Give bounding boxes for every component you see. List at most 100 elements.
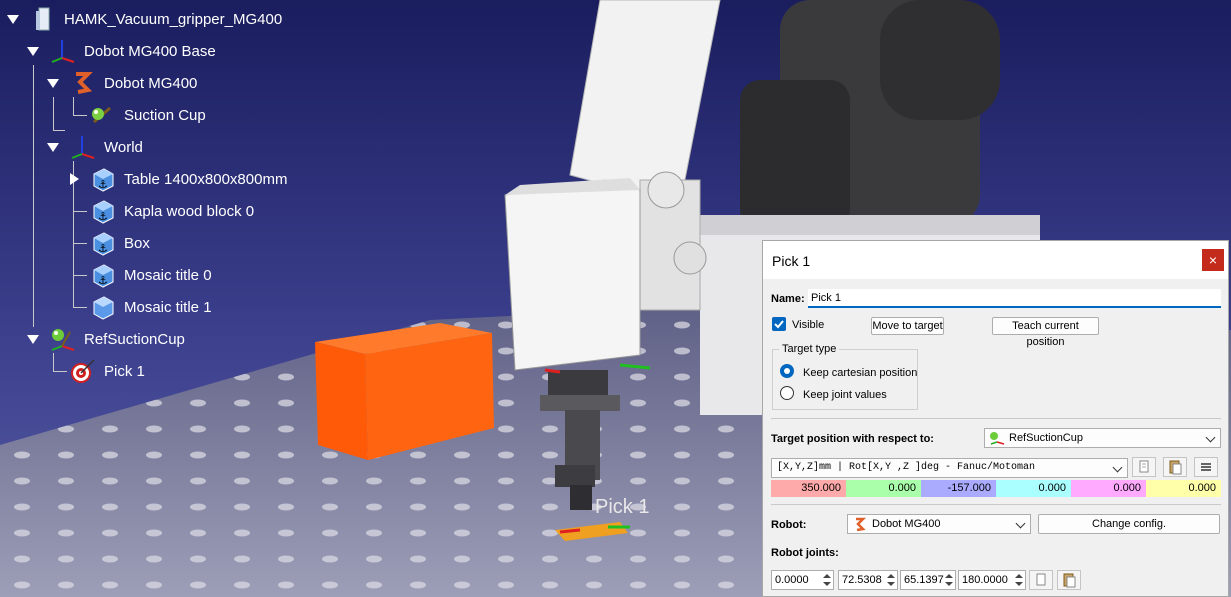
visible-checkbox[interactable] <box>772 317 786 331</box>
expand-arrow-icon[interactable] <box>7 15 19 24</box>
chevron-down-icon <box>1205 432 1216 443</box>
name-field[interactable]: Pick 1 <box>808 289 1221 308</box>
object-label: Kapla wood block 0 <box>124 202 255 220</box>
object-cube-icon: ⚓ <box>90 230 116 256</box>
tool-frame-icon <box>50 326 76 352</box>
name-field-value: Pick 1 <box>811 292 841 304</box>
base-label: Dobot MG400 Base <box>84 42 216 60</box>
reference-frame-value: RefSuctionCup <box>1009 432 1083 444</box>
object-label: Box <box>124 234 150 252</box>
target-type-label: Target type <box>779 343 840 355</box>
joint-3-value: 65.1397 <box>904 574 944 586</box>
object-label: Table 1400x800x800mm <box>124 170 288 188</box>
move-to-target-button[interactable]: Move to target <box>871 317 944 335</box>
keep-joint-radio[interactable] <box>780 386 794 400</box>
spin-down-icon[interactable] <box>945 582 953 586</box>
target-label: Pick 1 <box>104 362 145 380</box>
tree-item-base[interactable]: Dobot MG400 Base <box>50 38 216 64</box>
paste-joints-button[interactable] <box>1057 570 1081 590</box>
expand-arrow-icon[interactable] <box>47 143 59 152</box>
chevron-down-icon <box>1015 518 1026 529</box>
keep-joint-label: Keep joint values <box>803 389 887 401</box>
expand-arrow-icon[interactable] <box>27 47 39 56</box>
expand-arrow-icon[interactable] <box>47 79 59 88</box>
robot-icon <box>853 517 867 537</box>
pose-format-value: [X,Y,Z]mm | Rot[X,Y ,Z ]deg - Fanuc/Moto… <box>777 462 1036 473</box>
rotation-y-value[interactable]: 0.000 <box>1071 480 1146 497</box>
position-z-value[interactable]: -157.000 <box>921 480 996 497</box>
world-label: World <box>104 138 143 156</box>
spin-up-icon[interactable] <box>945 574 953 578</box>
menu-icon <box>1201 463 1211 471</box>
tree-item-object[interactable]: ⚓ Table 1400x800x800mm <box>90 166 287 192</box>
svg-text:⚓: ⚓ <box>98 210 108 223</box>
tool-icon <box>90 102 116 128</box>
robot-icon <box>70 70 96 96</box>
tree-item-robot[interactable]: Dobot MG400 <box>70 70 197 96</box>
pose-format-dropdown[interactable]: [X,Y,Z]mm | Rot[X,Y ,Z ]deg - Fanuc/Moto… <box>771 458 1128 478</box>
tree-item-world[interactable]: World <box>70 134 143 160</box>
tree-item-target[interactable]: Pick 1 <box>70 358 145 384</box>
object-cube-icon: ⚓ <box>90 166 116 192</box>
dialog-title: Pick 1 <box>772 253 811 269</box>
expand-arrow-icon[interactable] <box>27 335 39 344</box>
copy-icon <box>1139 460 1149 473</box>
target-icon <box>70 358 96 384</box>
copy-joints-button[interactable] <box>1029 570 1053 590</box>
name-label: Name: <box>771 293 805 305</box>
robot-dropdown[interactable]: Dobot MG400 <box>847 514 1031 534</box>
position-y-value[interactable]: 0.000 <box>846 480 921 497</box>
spin-down-icon[interactable] <box>1015 582 1023 586</box>
position-x-value[interactable]: 350.000 <box>771 480 846 497</box>
svg-text:⚓: ⚓ <box>98 178 108 191</box>
ref-frame-label: RefSuctionCup <box>84 330 185 348</box>
robot-joints-label: Robot joints: <box>771 547 839 559</box>
rotation-z-value[interactable]: 0.000 <box>1146 480 1221 497</box>
tree-item-object[interactable]: ⚓ Mosaic title 0 <box>90 262 212 288</box>
paste-pose-button[interactable] <box>1163 457 1187 477</box>
copy-pose-button[interactable] <box>1132 457 1156 477</box>
respect-label: Target position with respect to: <box>771 433 934 445</box>
visible-label: Visible <box>792 319 825 331</box>
joint-4-value: 180.0000 <box>962 574 1008 586</box>
pose-menu-button[interactable] <box>1194 457 1218 477</box>
tree-item-object[interactable]: ⚓ Box <box>90 230 150 256</box>
station-icon <box>30 6 56 32</box>
tree-item-ref-frame[interactable]: RefSuctionCup <box>50 326 185 352</box>
keep-cartesian-label: Keep cartesian position <box>803 367 918 379</box>
tree-item-object[interactable]: ⚓ Kapla wood block 0 <box>90 198 254 224</box>
position-values-row: 350.000 0.000 -157.000 0.000 0.000 0.000 <box>771 480 1221 497</box>
tool-frame-icon <box>989 431 1005 451</box>
change-config-button[interactable]: Change config. <box>1038 514 1220 534</box>
tool-label: Suction Cup <box>124 106 206 124</box>
rotation-x-value[interactable]: 0.000 <box>996 480 1071 497</box>
tree-item-station[interactable]: HAMK_Vacuum_gripper_MG400 <box>30 6 282 32</box>
joint-2-input[interactable]: 72.5308 <box>838 570 898 590</box>
joint-1-input[interactable]: 0.0000 <box>771 570 834 590</box>
robot-label: Robot: <box>771 519 807 531</box>
spin-up-icon[interactable] <box>887 574 895 578</box>
joint-4-input[interactable]: 180.0000 <box>958 570 1026 590</box>
paste-icon <box>1169 460 1182 475</box>
dialog-titlebar: Pick 1 × <box>763 241 1228 279</box>
tree-item-object[interactable]: Mosaic title 1 <box>90 294 212 320</box>
spin-down-icon[interactable] <box>823 582 831 586</box>
close-button[interactable]: × <box>1202 249 1224 271</box>
spin-up-icon[interactable] <box>823 574 831 578</box>
spin-up-icon[interactable] <box>1015 574 1023 578</box>
copy-icon <box>1036 573 1046 586</box>
paste-icon <box>1063 573 1076 588</box>
separator <box>771 504 1221 505</box>
teach-current-position-button[interactable]: Teach current position <box>992 317 1099 348</box>
keep-cartesian-radio[interactable] <box>780 364 794 378</box>
spin-down-icon[interactable] <box>887 582 895 586</box>
tree-item-tool[interactable]: Suction Cup <box>90 102 206 128</box>
joint-3-input[interactable]: 65.1397 <box>900 570 956 590</box>
collapse-arrow-icon[interactable] <box>70 173 79 185</box>
chevron-down-icon <box>1112 462 1123 473</box>
reference-frame-dropdown[interactable]: RefSuctionCup <box>984 428 1221 448</box>
object-label: Mosaic title 0 <box>124 266 212 284</box>
object-cube-icon: ⚓ <box>90 198 116 224</box>
separator <box>771 418 1221 419</box>
object-cube-icon <box>90 294 116 320</box>
